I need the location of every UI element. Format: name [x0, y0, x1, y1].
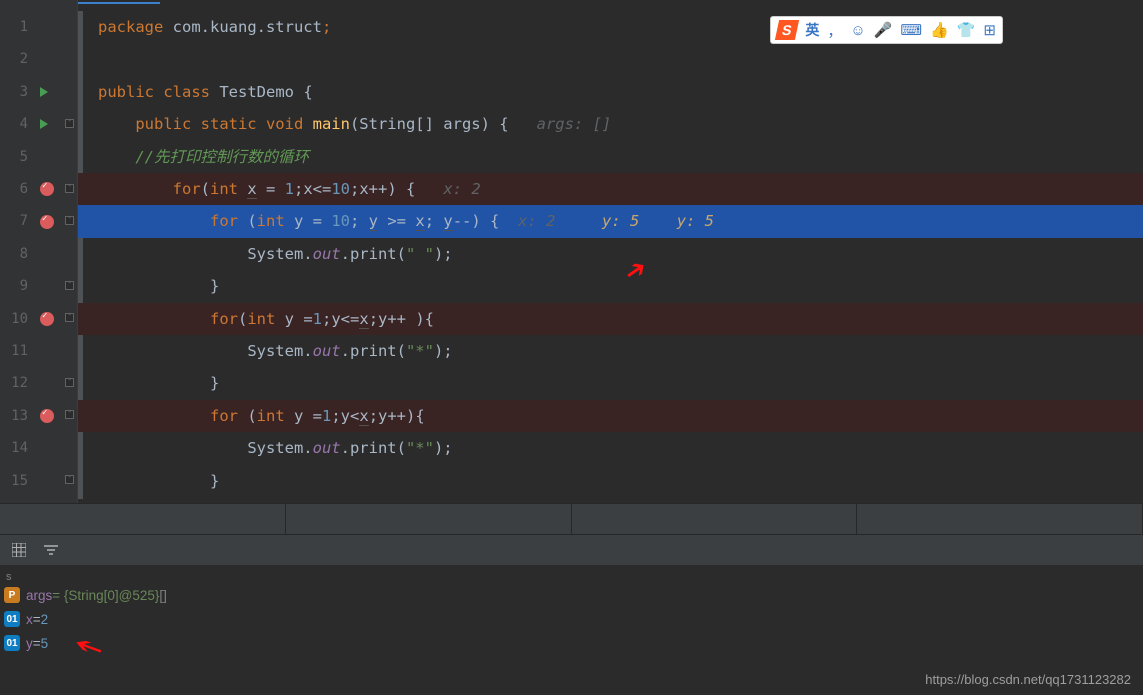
fold-icon[interactable] [65, 475, 74, 484]
code-line[interactable]: System.out.print("*"); [98, 432, 1143, 464]
hand-icon[interactable]: 👍 [930, 21, 949, 39]
code-line[interactable]: System.out.print(" "); [98, 238, 1143, 270]
shirt-icon[interactable]: 👕 [957, 21, 976, 39]
fold-icon[interactable] [65, 313, 74, 322]
var-name: y [26, 636, 33, 651]
line-number: 1 [0, 11, 28, 43]
sogou-logo-icon[interactable]: S [775, 20, 799, 40]
line-number: 5 [0, 141, 28, 173]
line-number: 15 [0, 465, 28, 497]
filter-icon[interactable] [44, 543, 58, 557]
breadcrumb-bar [0, 503, 1143, 535]
run-icon[interactable] [40, 87, 48, 97]
vars-header: s [4, 571, 1143, 583]
var-name: args [26, 588, 52, 603]
line-number: 8 [0, 238, 28, 270]
ime-lang[interactable]: 英 [805, 20, 819, 40]
code-line[interactable]: } [98, 367, 1143, 399]
code-editor[interactable]: 1 2 3 4 5 6 7 8 9 10 11 12 13 14 15 pack… [0, 0, 1143, 503]
line-number: 7 [0, 205, 28, 237]
code-line[interactable]: for(int y =1;y<=x;y++ ){ [78, 303, 1143, 335]
fold-icon[interactable] [65, 119, 74, 128]
code-line[interactable]: for(int x = 1;x<=10;x++) { x: 2 [78, 173, 1143, 205]
breakpoint-icon[interactable] [40, 409, 54, 423]
fold-icon[interactable] [65, 378, 74, 387]
code-line-current[interactable]: for (int y = 10; y >= x; y--) { x: 2 y: … [78, 205, 1143, 237]
line-number: 6 [0, 173, 28, 205]
watermark: https://blog.csdn.net/qq1731123282 [925, 672, 1131, 687]
code-line[interactable]: } [98, 465, 1143, 497]
fold-icon[interactable] [65, 216, 74, 225]
line-number: 13 [0, 400, 28, 432]
gutter: 1 2 3 4 5 6 7 8 9 10 11 12 13 14 15 [0, 0, 78, 503]
var-value: = {String[0]@525} [52, 588, 159, 603]
line-number: 14 [0, 432, 28, 464]
debug-toolbar [0, 535, 1143, 565]
var-name: x [26, 612, 33, 627]
param-icon: P [4, 587, 20, 603]
run-icon[interactable] [40, 119, 48, 129]
line-number: 2 [0, 43, 28, 75]
var-value: 2 [41, 612, 49, 627]
code-area[interactable]: package com.kuang.struct; public class T… [78, 0, 1143, 503]
variable-row[interactable]: 01 x = 2 [4, 607, 1143, 631]
var-array: [] [159, 588, 167, 603]
line-number: 4 [0, 108, 28, 140]
breakpoint-icon[interactable] [40, 182, 54, 196]
table-view-icon[interactable] [12, 543, 26, 557]
var-value: 5 [41, 636, 49, 651]
comma-icon[interactable]: ， [827, 20, 842, 41]
mic-icon[interactable]: 🎤 [874, 21, 893, 39]
variable-row[interactable]: 01 y = 5 [4, 631, 1143, 655]
emoji-icon[interactable]: ☺ [850, 22, 865, 39]
int-icon: 01 [4, 611, 20, 627]
line-number: 12 [0, 367, 28, 399]
fold-icon[interactable] [65, 281, 74, 290]
line-number: 11 [0, 335, 28, 367]
fold-icon[interactable] [65, 184, 74, 193]
code-line[interactable]: public static void main(String[] args) {… [98, 108, 1143, 140]
line-number: 3 [0, 76, 28, 108]
code-line[interactable]: System.out.print("*"); [98, 335, 1143, 367]
code-line[interactable]: for (int y =1;y<x;y++){ [78, 400, 1143, 432]
breakpoint-icon[interactable] [40, 215, 54, 229]
keyboard-icon[interactable]: ⌨ [900, 21, 922, 39]
fold-icon[interactable] [65, 410, 74, 419]
code-line[interactable]: //先打印控制行数的循环 [98, 141, 1143, 173]
ime-toolbar[interactable]: S 英 ， ☺ 🎤 ⌨ 👍 👕 ⊞ [770, 16, 1003, 44]
breakpoint-icon[interactable] [40, 312, 54, 326]
grid-icon[interactable]: ⊞ [983, 21, 996, 39]
variable-row[interactable]: P args = {String[0]@525} [] [4, 583, 1143, 607]
int-icon: 01 [4, 635, 20, 651]
line-number: 10 [0, 303, 28, 335]
code-line[interactable]: } [98, 270, 1143, 302]
code-line[interactable]: public class TestDemo { [98, 76, 1143, 108]
line-number: 9 [0, 270, 28, 302]
